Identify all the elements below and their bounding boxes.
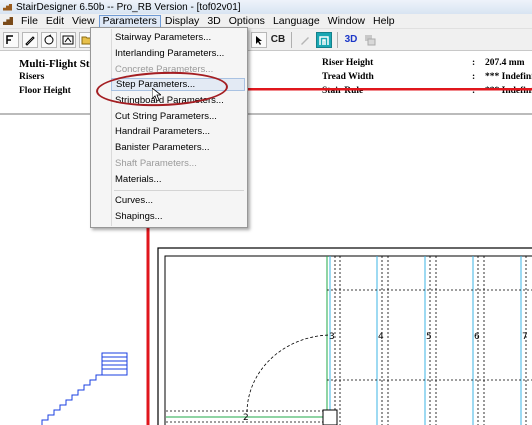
menu-edit[interactable]: Edit (42, 15, 68, 28)
menu-separator (114, 190, 244, 191)
menu-view[interactable]: View (68, 15, 99, 28)
risers-label: Risers (19, 72, 45, 82)
menu-options[interactable]: Options (225, 15, 269, 28)
tread-outlines (166, 256, 527, 425)
new-icon[interactable] (3, 31, 19, 48)
newel-post (322, 409, 338, 425)
cb-button[interactable]: CB (270, 32, 286, 48)
menu-language[interactable]: Language (269, 15, 324, 28)
menu-parameters[interactable]: Parameters (98, 14, 161, 28)
menu-bar: File Edit View Parameters Display 3D Opt… (0, 14, 532, 29)
menu-gutter (111, 29, 112, 226)
stair-plan-canvas[interactable]: 2 3 4 5 6 7 (0, 88, 532, 425)
menu-display[interactable]: Display (161, 15, 203, 28)
window-title: StairDesigner 6.50b -- Pro_RB Version - … (16, 1, 241, 13)
menu-help[interactable]: Help (369, 15, 399, 28)
menu-item-handrail-parameters[interactable]: Handrail Parameters... (115, 125, 210, 138)
menu-item-interlanding-parameters[interactable]: Interlanding Parameters... (115, 47, 224, 60)
windows-icon[interactable] (362, 32, 378, 48)
colon: : (472, 72, 476, 82)
project-title: Multi-Flight St (19, 58, 90, 70)
toolbar: CB 3D (0, 29, 532, 51)
menu-item-materials[interactable]: Materials... (115, 173, 161, 186)
step-number: 5 (426, 332, 432, 342)
tread-width-label: Tread Width (322, 72, 374, 82)
step-number: 7 (522, 332, 528, 342)
pen-gray-icon[interactable] (297, 32, 313, 48)
mouse-pointer-icon (152, 88, 161, 102)
menu-file[interactable]: File (17, 15, 42, 28)
riser-height-label: Riser Height (322, 58, 374, 68)
stair-info-panel: Multi-Flight St Risers Floor Height Rise… (0, 52, 532, 96)
wizard-icon[interactable] (60, 31, 76, 48)
colon: : (472, 58, 476, 68)
stair-teal-icon[interactable] (316, 31, 332, 48)
app-stair-icon (2, 2, 13, 13)
menu-3d[interactable]: 3D (203, 15, 224, 28)
parameters-menu: Stairway Parameters... Interlanding Para… (90, 27, 248, 228)
elevation-view (41, 352, 128, 425)
step-number: 3 (329, 332, 335, 342)
tread-width-value: *** Indefini (485, 72, 532, 82)
step-number: 2 (243, 413, 249, 423)
pencil-icon[interactable] (22, 31, 38, 48)
title-bar: StairDesigner 6.50b -- Pro_RB Version - … (0, 0, 532, 14)
menu-item-shaft-parameters: Shaft Parameters... (115, 158, 197, 169)
toolbar-separator (291, 31, 292, 48)
menu-item-curves[interactable]: Curves... (115, 194, 153, 207)
rotate-icon[interactable] (41, 31, 57, 48)
toolbar-separator (337, 31, 338, 48)
menu-item-banister-parameters[interactable]: Banister Parameters... (115, 141, 210, 154)
menu-item-shapings[interactable]: Shapings... (115, 210, 163, 223)
step-number: 4 (378, 332, 384, 342)
menu-window[interactable]: Window (324, 15, 369, 28)
walking-line-arc (246, 334, 331, 413)
menu-item-cut-string-parameters[interactable]: Cut String Parameters... (115, 110, 217, 123)
menu-item-stairway-parameters[interactable]: Stairway Parameters... (115, 31, 211, 44)
step-numbers: 2 3 4 5 6 7 (243, 332, 528, 423)
step-number: 6 (474, 332, 480, 342)
threed-icon[interactable]: 3D (343, 32, 359, 48)
select-icon[interactable] (251, 31, 267, 48)
system-menu-icon[interactable] (1, 15, 15, 27)
riser-height-value: 207.4 mm (485, 58, 525, 68)
